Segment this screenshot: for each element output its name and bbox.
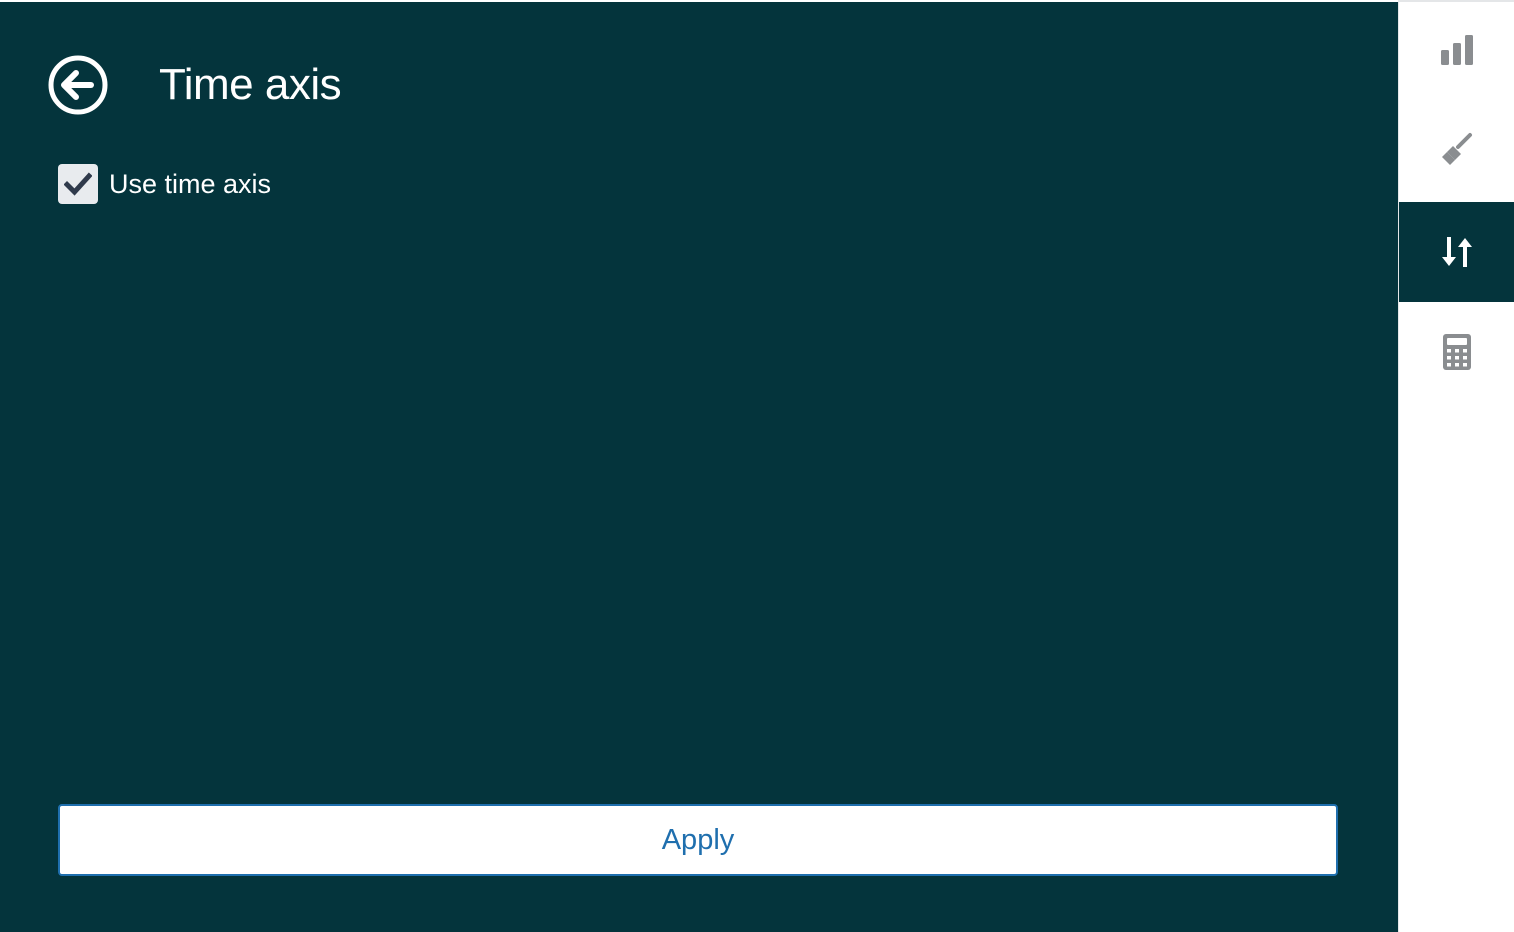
sidebar-tabs [1398,0,1514,932]
apply-button[interactable]: Apply [58,804,1338,876]
tab-axes[interactable] [1399,202,1514,302]
panel-title: Time axis [159,60,342,109]
checkmark-icon [64,172,92,196]
bar-chart-icon [1441,35,1473,65]
settings-panel: Time axis Use time axis Apply [0,2,1398,932]
back-button[interactable] [47,54,109,116]
tab-calculations[interactable] [1399,302,1514,402]
paint-brush-icon [1442,133,1472,165]
tab-style[interactable] [1399,100,1514,200]
sort-arrows-icon [1442,237,1472,267]
chart-settings-window: Time axis Use time axis Apply [0,0,1514,932]
calculator-icon [1443,334,1471,370]
arrow-circle-left-icon [48,55,108,115]
use-time-axis-option[interactable]: Use time axis [58,164,271,204]
use-time-axis-checkbox[interactable] [58,164,98,204]
tab-chart-type[interactable] [1399,0,1514,100]
use-time-axis-label: Use time axis [109,168,272,199]
